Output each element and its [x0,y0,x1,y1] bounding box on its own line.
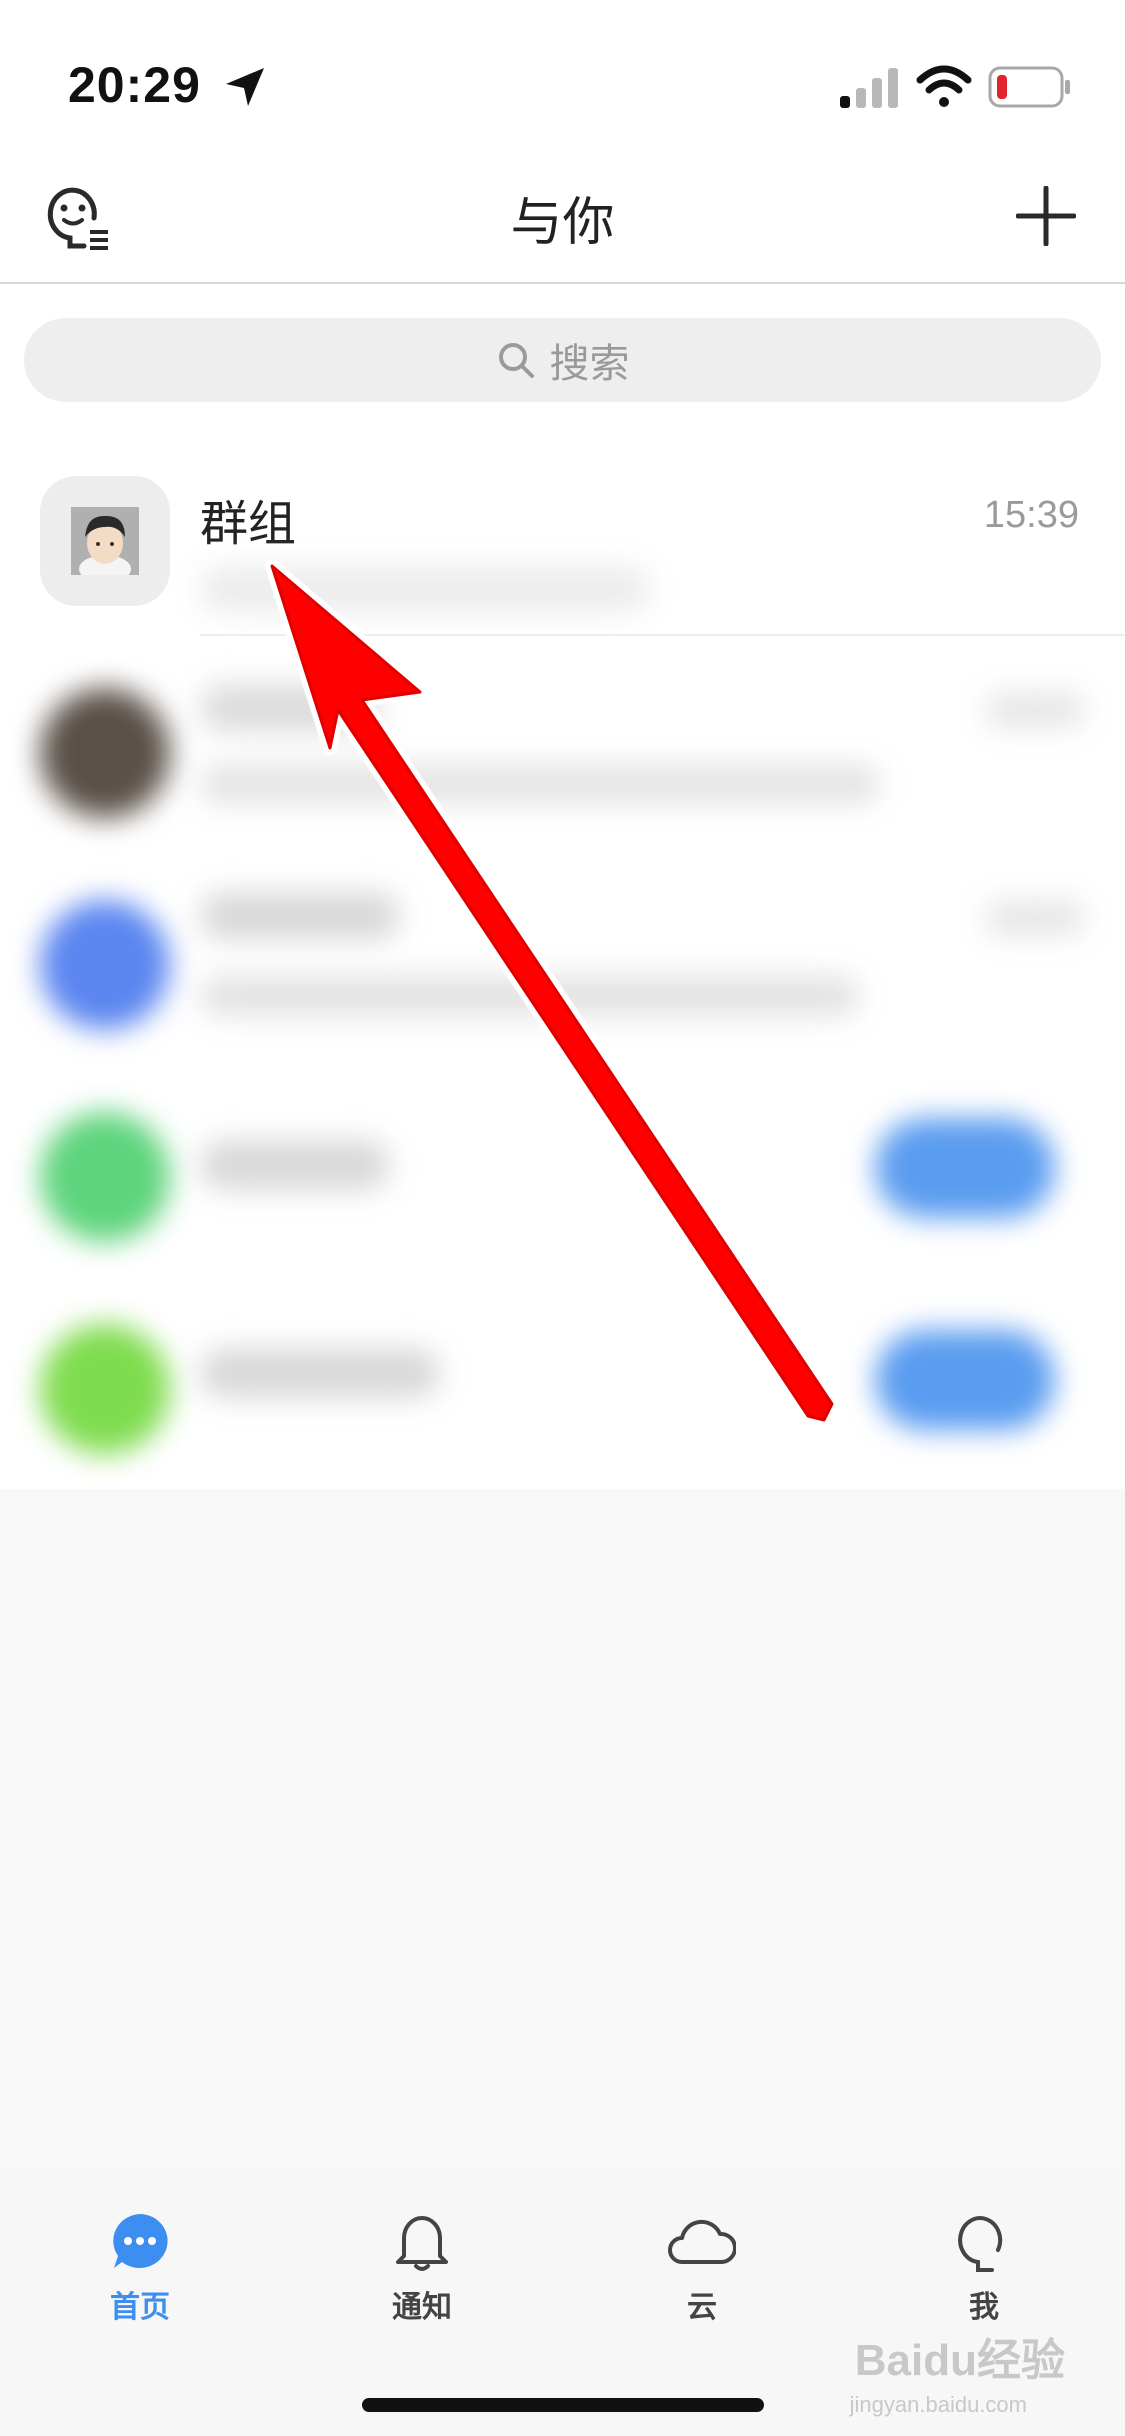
person-icon [958,2216,1003,2272]
tab-home-label: 首页 [110,2290,170,2325]
tab-notifications-label: 通知 [392,2290,452,2325]
home-indicator[interactable] [362,2398,764,2412]
cloud-icon [668,2219,738,2264]
annotation-arrow [265,559,839,1427]
watermark: Baidu经验 [854,2336,1065,2385]
tab-me[interactable]: 我 [884,2210,1084,2326]
bell-icon [396,2216,448,2271]
watermark-url: jingyan.baidu.com [849,2392,1027,2417]
chat-bubble-icon [113,2214,168,2268]
tab-cloud[interactable]: 云 [602,2210,802,2326]
tab-home[interactable]: 首页 [40,2210,240,2326]
tab-me-label: 我 [969,2290,999,2325]
tab-cloud-label: 云 [687,2290,717,2325]
tab-notifications[interactable]: 通知 [322,2210,522,2326]
